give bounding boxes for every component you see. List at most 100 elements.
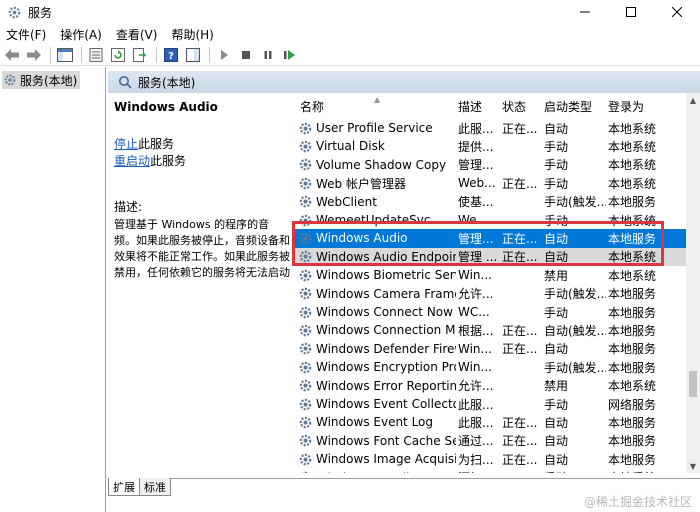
stop-service-button[interactable] — [236, 46, 256, 64]
column-header-name[interactable]: 名称 — [300, 93, 324, 119]
service-row[interactable]: WebClient 使基... 手动(触发... 本地服务 — [294, 193, 686, 211]
service-name: Windows Biometric Service — [316, 268, 456, 283]
menu-help[interactable]: 帮助(H) — [171, 26, 213, 43]
forward-arrow-icon — [27, 48, 41, 61]
forward-button[interactable] — [24, 46, 44, 64]
service-startup-type: 手动(触发... — [544, 287, 606, 302]
scroll-down-icon[interactable]: ▼ — [686, 459, 700, 473]
column-header-status[interactable]: 状态 — [502, 93, 526, 119]
restart-service-button[interactable] — [280, 46, 300, 64]
service-row[interactable]: WemeetUpdateSvc We... 手动 本地系统 — [294, 211, 686, 229]
service-gear-icon — [299, 342, 312, 355]
menu-file[interactable]: 文件(F) — [6, 26, 46, 43]
service-startup-type: 自动 — [544, 434, 569, 449]
service-row[interactable]: Windows Camera Frame S...允许... 手动(触发...本地… — [294, 285, 686, 303]
service-logon-as: 本地系统 — [608, 213, 657, 228]
start-service-button[interactable] — [214, 46, 234, 64]
action-pane-icon — [186, 47, 200, 62]
service-row[interactable]: Volume Shadow Copy 管理... 手动 本地系统 — [294, 156, 686, 174]
service-logon-as: 本地系统 — [608, 121, 657, 136]
scroll-up-icon[interactable]: ▲ — [686, 93, 700, 107]
maximize-button[interactable] — [608, 0, 654, 24]
service-name: Windows Encryption Provid... — [316, 360, 456, 375]
description-text: 管理基于 Windows 的程序的音频。如果此服务被停止，音频设备和效果将不能正… — [114, 218, 290, 279]
column-header-logon-as[interactable]: 登录为 — [608, 93, 644, 119]
service-row[interactable]: Virtual Disk 提供... 手动 本地系统 — [294, 137, 686, 155]
back-button[interactable] — [2, 46, 22, 64]
action-pane-button[interactable] — [183, 46, 203, 64]
service-row[interactable]: Windows Installer 添加... 手动本地系统 — [294, 469, 686, 473]
refresh-button[interactable] — [108, 46, 128, 64]
service-logon-as: 本地系统 — [608, 176, 657, 191]
service-row[interactable]: Windows Connect Now - C...WC... 手动 本地服务 — [294, 303, 686, 321]
service-status: 正在... — [502, 434, 538, 449]
stop-service-link[interactable]: 停止 — [114, 137, 138, 151]
service-row[interactable]: Windows Event Log 此服... 正在... 自动 本地服务 — [294, 413, 686, 431]
service-logon-as: 本地服务 — [608, 305, 657, 320]
menu-action[interactable]: 操作(A) — [60, 26, 102, 43]
service-row[interactable]: Windows Audio Endpoint B...管理 ... 正在... 自动… — [294, 247, 686, 267]
service-logon-as: 本地服务 — [608, 360, 657, 375]
service-description: Web... — [458, 176, 496, 191]
service-description: Win... — [458, 341, 492, 356]
service-status: 正在... — [502, 323, 538, 338]
tab-extended[interactable]: 扩展 — [108, 478, 140, 496]
menu-view[interactable]: 查看(V) — [116, 26, 158, 43]
watermark: @稀土掘金技术社区 — [583, 495, 692, 509]
service-status: 正在... — [502, 231, 538, 246]
service-row[interactable]: Windows Event Collector 此服... 手动 网络服务 — [294, 395, 686, 413]
pause-icon — [264, 50, 272, 59]
service-row[interactable]: Windows Image Acquisitio...为扫... 正在... 自动 本… — [294, 450, 686, 468]
pause-service-button[interactable] — [258, 46, 278, 64]
show-hide-console-tree-button[interactable] — [55, 46, 75, 64]
service-logon-as: 网络服务 — [608, 397, 657, 412]
restart-icon — [284, 49, 295, 60]
vertical-scrollbar[interactable]: ▲ ▼ — [686, 93, 700, 473]
service-gear-icon — [299, 306, 312, 318]
services-gear-icon — [4, 74, 16, 86]
service-startup-type: 手动(触发... — [544, 360, 606, 375]
help-button[interactable]: ? — [161, 46, 181, 64]
service-startup-type: 自动 — [544, 415, 569, 430]
service-row[interactable]: Windows Encryption Provid...Win... 手动(触发.… — [294, 358, 686, 376]
service-name: Windows Audio — [316, 231, 408, 246]
service-startup-type: 禁用 — [544, 268, 569, 283]
column-header-startup-type[interactable]: 启动类型 — [544, 93, 592, 119]
service-description: 管理 ... — [458, 250, 498, 265]
column-header-description[interactable]: 描述 — [458, 93, 482, 119]
tab-standard[interactable]: 标准 — [139, 478, 171, 496]
service-startup-type: 手动 — [544, 305, 569, 320]
scroll-thumb[interactable] — [689, 371, 697, 397]
toolbar-separator — [50, 46, 51, 63]
service-name: WebClient — [316, 194, 377, 209]
export-list-button[interactable] — [130, 46, 150, 64]
properties-button[interactable] — [86, 46, 106, 64]
service-row[interactable]: Web 帐户管理器 Web... 正在... 手动 本地系统 — [294, 174, 686, 192]
service-gear-icon — [299, 158, 312, 171]
service-row[interactable]: User Profile Service 此服... 正在... 自动 本地系统 — [294, 119, 686, 137]
service-row[interactable]: Windows Error Reporting S...允许... 禁用 本地系统 — [294, 377, 686, 395]
service-logon-as: 本地系统 — [608, 469, 668, 473]
service-startup-type: 手动(触发... — [544, 195, 606, 210]
service-startup-type: 自动 — [544, 452, 569, 467]
svg-text:?: ? — [168, 51, 174, 62]
service-row[interactable]: Windows Connection Man...根据... 正在... 自动(触发… — [294, 321, 686, 339]
service-name: Windows Connect Now - C... — [316, 305, 456, 319]
service-row[interactable]: Windows Biometric ServiceWin... 禁用 本地系统 — [294, 266, 686, 284]
close-button[interactable] — [654, 0, 700, 24]
service-status: 正在... — [502, 452, 538, 467]
service-row[interactable]: Windows Font Cache Servi...通过... 正在... 自动 本… — [294, 432, 686, 450]
service-startup-type: 手动 — [544, 213, 569, 228]
service-logon-as: 本地服务 — [608, 323, 657, 338]
service-name: Virtual Disk — [316, 139, 385, 154]
restart-service-link[interactable]: 重启动 — [114, 154, 150, 168]
service-row[interactable]: Windows Defender FirewallWin... 正在... 自动 本地… — [294, 340, 686, 358]
toolbar: ? — [0, 44, 700, 66]
service-description: 允许... — [458, 379, 494, 394]
service-status — [502, 303, 542, 321]
minimize-button[interactable] — [562, 0, 608, 24]
service-status — [502, 377, 542, 395]
tree-item-services-local[interactable]: 服务(本地) — [2, 71, 81, 89]
service-row[interactable]: Windows Audio 管理... 正在... 自动 本地服务 — [294, 229, 686, 248]
minimize-icon — [580, 11, 590, 13]
